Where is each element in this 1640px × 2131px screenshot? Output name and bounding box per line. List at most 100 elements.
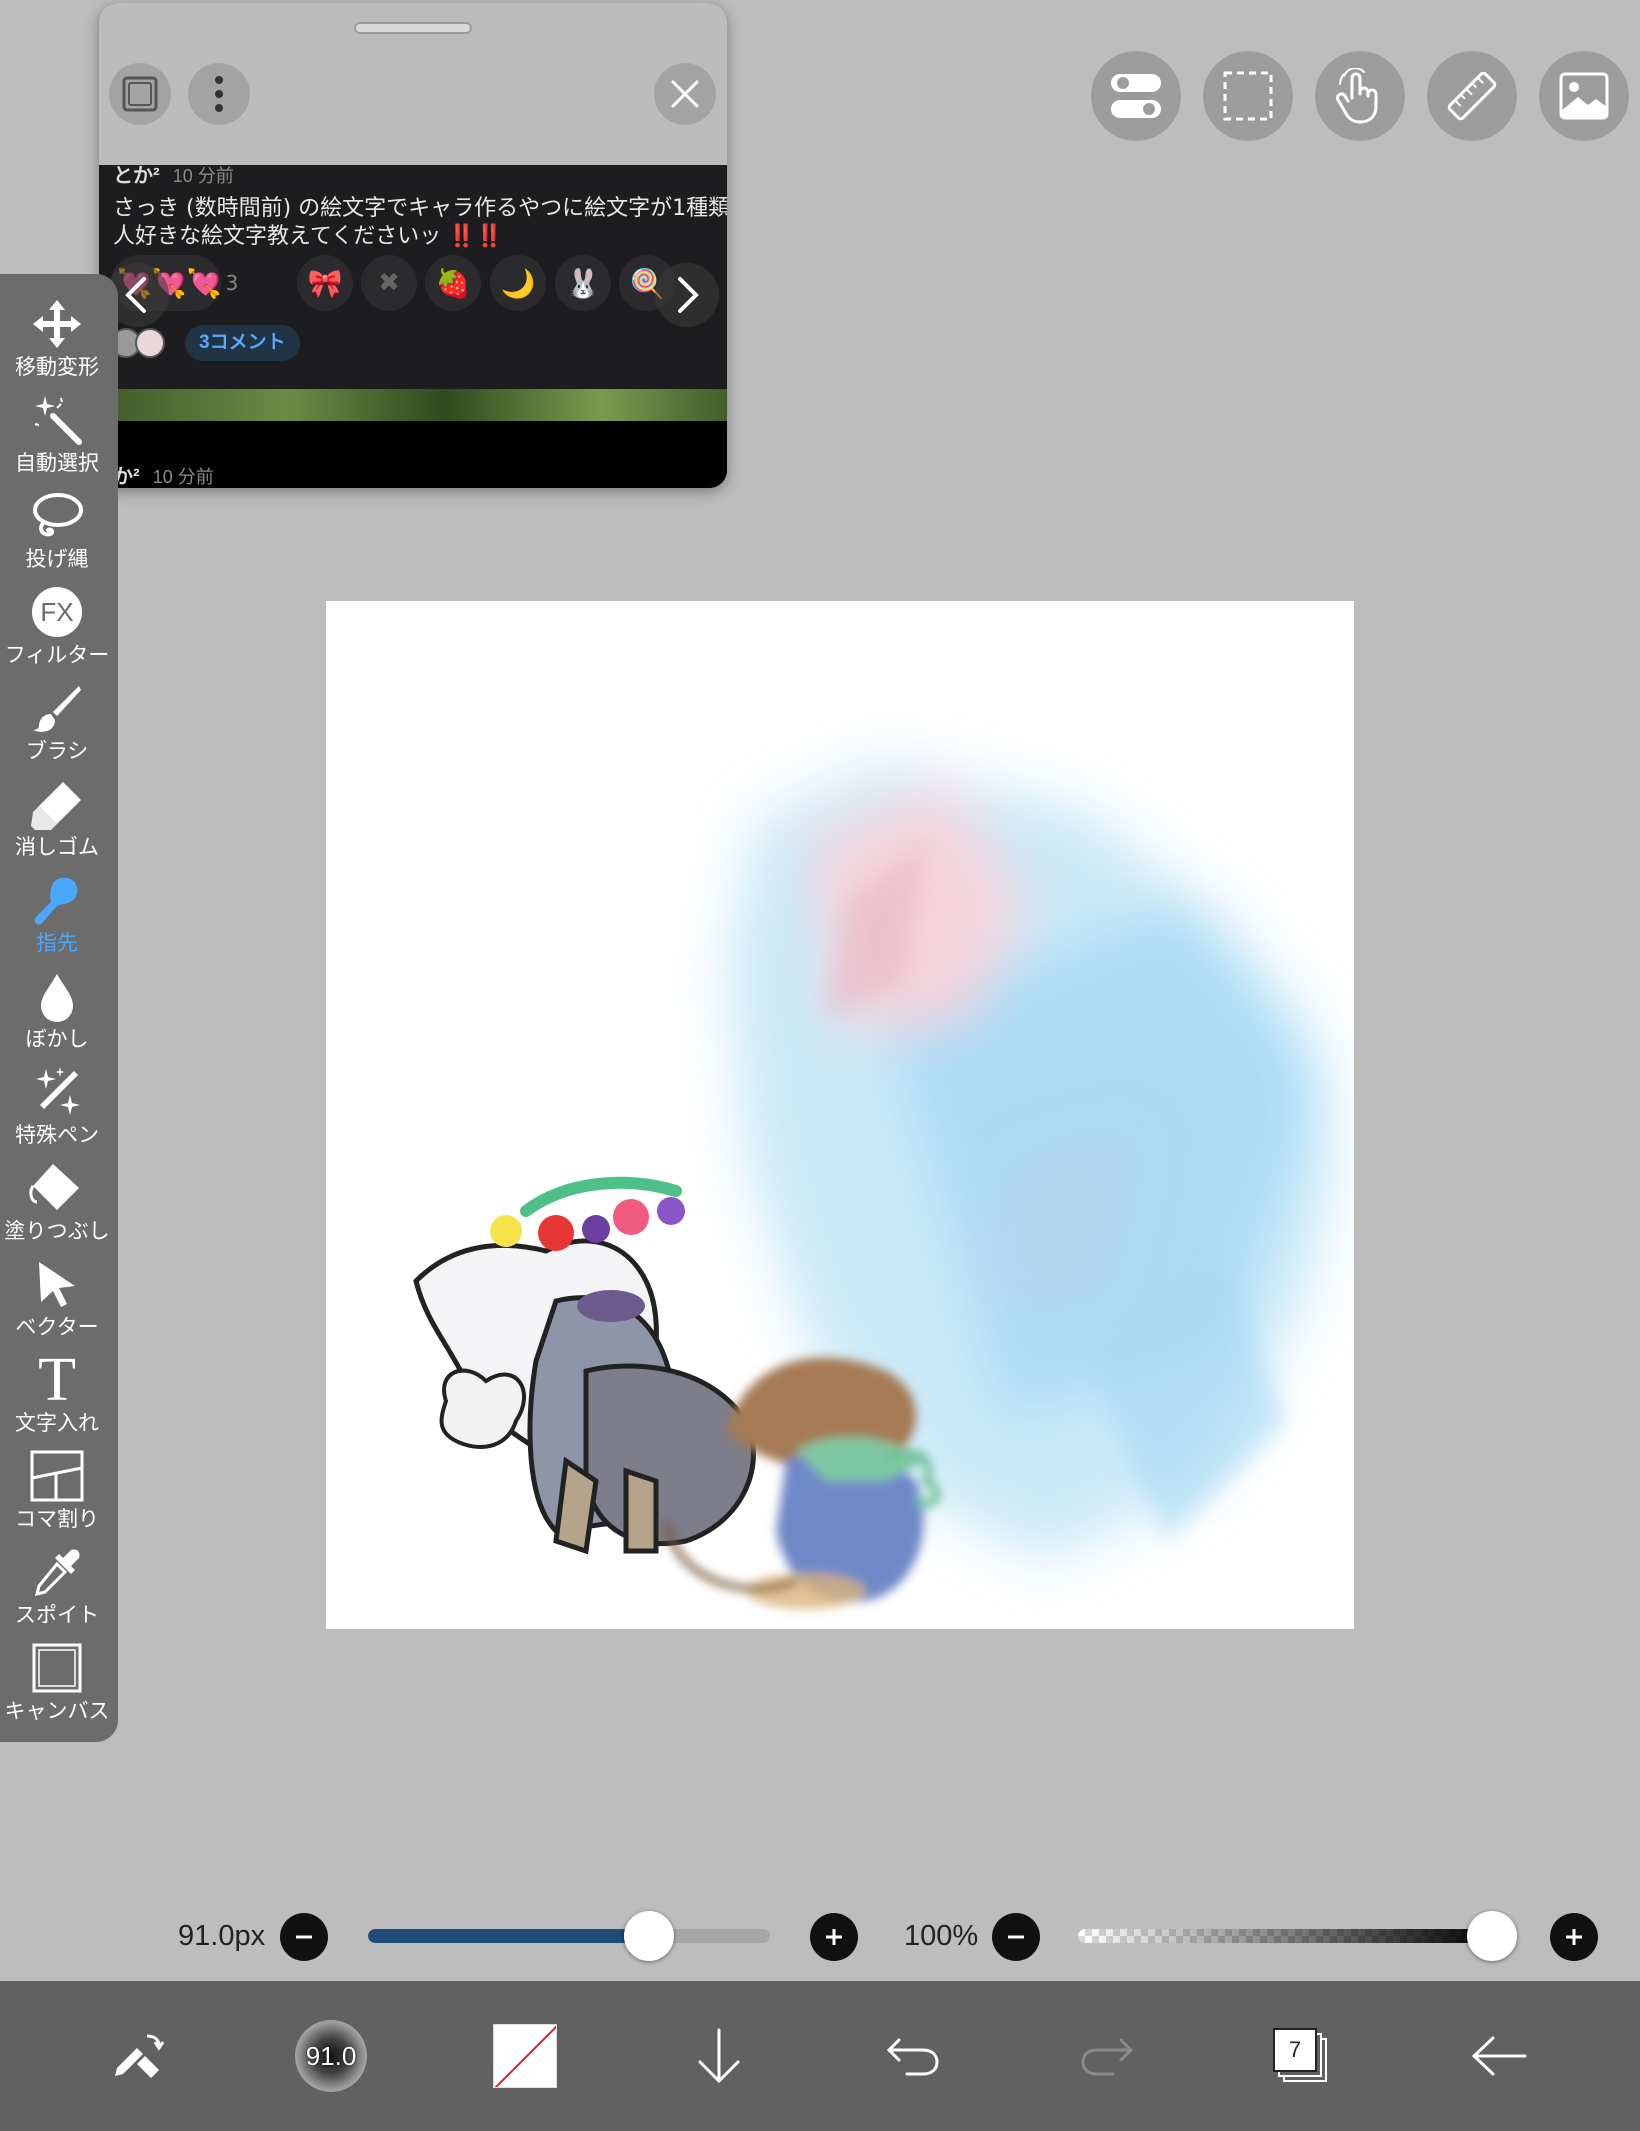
- tool-frame-divider[interactable]: コマ割り: [0, 1446, 114, 1538]
- tool-magic-wand[interactable]: 自動選択: [0, 390, 114, 482]
- tool-blur[interactable]: ぼかし: [0, 966, 114, 1058]
- drawing-canvas[interactable]: [326, 601, 1354, 1629]
- tool-brush[interactable]: ブラシ: [0, 678, 114, 770]
- brush-size-label: 91.0px: [178, 1920, 266, 1952]
- layers-icon: 7: [1273, 2028, 1329, 2084]
- reaction-button[interactable]: 🐰: [555, 255, 611, 311]
- tool-eyedropper[interactable]: スポイト: [0, 1542, 114, 1634]
- reaction-emoji: 🐰: [565, 266, 601, 300]
- brush-size-slider[interactable]: [368, 1929, 770, 1943]
- undo-button[interactable]: [858, 1981, 968, 2131]
- tool-label: 移動変形: [15, 355, 99, 379]
- brush-icon: [29, 682, 85, 734]
- post-text-emphasis: ‼️‼️: [448, 224, 504, 249]
- reaction-emoji: 🎀: [307, 266, 343, 300]
- sparkle-pen-icon: [29, 1066, 85, 1118]
- material-button[interactable]: [1539, 51, 1629, 141]
- post-time: 10 分前: [172, 166, 234, 186]
- brush-size-fill: [368, 1929, 650, 1943]
- finger-icon: [29, 874, 85, 926]
- opacity-decrease-button[interactable]: [992, 1913, 1040, 1961]
- tool-label: ブラシ: [25, 739, 89, 763]
- tool-label: 特殊ペン: [15, 1123, 99, 1147]
- color-button[interactable]: [470, 1981, 580, 2131]
- close-icon: [671, 80, 699, 108]
- ruler-button[interactable]: [1427, 51, 1517, 141]
- tool-smudge[interactable]: 指先: [0, 870, 114, 962]
- tool-label: 文字入れ: [15, 1411, 99, 1435]
- comment-count-button[interactable]: 3コメント: [185, 325, 300, 361]
- download-button[interactable]: [664, 1981, 774, 2131]
- swap-pen-eraser-icon: [115, 2034, 165, 2078]
- paint-bucket-icon: [29, 1162, 85, 1214]
- layer-count: 7: [1273, 2028, 1317, 2072]
- canvas-icon: [29, 1642, 85, 1694]
- tool-filter[interactable]: FX フィルター: [0, 582, 114, 674]
- reaction-emoji: 🌙: [500, 266, 536, 300]
- ruler-icon: [1447, 71, 1497, 121]
- post-text-line2-wrap: 人好きな絵文字教えてくださいッ ‼️‼️: [113, 223, 727, 251]
- reaction-button[interactable]: ✖: [361, 255, 417, 311]
- tool-label: キャンバス: [4, 1699, 110, 1723]
- lasso-icon: [29, 490, 85, 542]
- tool-fill[interactable]: 塗りつぶし: [0, 1158, 114, 1250]
- redo-button[interactable]: [1052, 1981, 1162, 2131]
- pip-layout-button[interactable]: [109, 63, 171, 125]
- tool-eraser[interactable]: 消しゴム: [0, 774, 114, 866]
- post-text-line1: さっき (数時間前) の絵文字でキャラ作るやつに絵文字が1種類し: [113, 196, 727, 221]
- next-button[interactable]: [655, 263, 719, 327]
- artwork: [413, 761, 1336, 1609]
- pip-content: とか² 10 分前 さっき (数時間前) の絵文字でキャラ作るやつに絵文字が1種…: [99, 165, 727, 488]
- selection-button[interactable]: [1203, 51, 1293, 141]
- opacity-slider-thumb[interactable]: [1467, 1911, 1517, 1961]
- opacity-increase-button[interactable]: [1550, 1913, 1598, 1961]
- reaction-emoji: ✖: [378, 268, 400, 298]
- minus-icon: [1008, 1935, 1024, 1939]
- eraser-icon: [29, 778, 85, 830]
- undo-icon: [886, 2038, 939, 2076]
- tool-special-pen[interactable]: 特殊ペン: [0, 1062, 114, 1154]
- pip-drag-handle[interactable]: [354, 22, 472, 34]
- tool-move-transform[interactable]: 移動変形: [0, 294, 114, 386]
- move-icon: [29, 298, 85, 350]
- brush-size-button[interactable]: 91.0: [276, 1981, 386, 2131]
- tool-lasso[interactable]: 投げ縄: [0, 486, 114, 578]
- tool-label: 塗りつぶし: [4, 1219, 110, 1243]
- quick-tool-switch-button[interactable]: [82, 1981, 192, 2131]
- size-increase-button[interactable]: [810, 1913, 858, 1961]
- tool-label: 投げ縄: [25, 547, 89, 571]
- floating-video-window[interactable]: とか² 10 分前 さっき (数時間前) の絵文字でキャラ作るやつに絵文字が1種…: [99, 3, 727, 488]
- tool-label: 消しゴム: [15, 835, 99, 859]
- text-icon: T: [29, 1349, 85, 1411]
- tool-label: 自動選択: [15, 451, 99, 475]
- cursor-arrow-icon: [29, 1258, 85, 1310]
- tool-canvas[interactable]: キャンバス: [0, 1638, 114, 1730]
- tool-label: ベクター: [15, 1315, 99, 1339]
- fx-badge: FX: [32, 587, 82, 637]
- back-button[interactable]: [1444, 1981, 1554, 2131]
- pip-close-button[interactable]: [654, 63, 716, 125]
- touch-gesture-button[interactable]: [1315, 51, 1405, 141]
- plus-icon: [826, 1929, 842, 1945]
- settings-toggle-button[interactable]: [1091, 51, 1181, 141]
- brush-size-value: 91.0: [305, 2040, 357, 2071]
- opacity-label: 100%: [904, 1920, 979, 1952]
- pip-more-button[interactable]: [188, 63, 250, 125]
- layers-button[interactable]: 7: [1246, 1981, 1356, 2131]
- opacity-slider[interactable]: [1078, 1929, 1498, 1943]
- pip-header[interactable]: [99, 3, 727, 165]
- bottom-toolbar: 91.0 7: [0, 1981, 1640, 2131]
- reaction-button[interactable]: 🍓: [425, 255, 481, 311]
- more-vertical-icon: [215, 76, 223, 112]
- tool-vector[interactable]: ベクター: [0, 1254, 114, 1346]
- reaction-button[interactable]: 🎀: [297, 255, 353, 311]
- reaction-button[interactable]: 🌙: [490, 255, 546, 311]
- tool-label: コマ割り: [15, 1507, 99, 1531]
- post-text: さっき (数時間前) の絵文字でキャラ作るやつに絵文字が1種類し 人好きな絵文字…: [113, 195, 727, 251]
- size-decrease-button[interactable]: [280, 1913, 328, 1961]
- transparent-color-icon: [494, 2025, 556, 2087]
- chevron-right-icon: [678, 277, 699, 313]
- post-meta: とか² 10 分前: [113, 165, 234, 188]
- tool-text[interactable]: T 文字入れ: [0, 1349, 114, 1442]
- brush-size-slider-thumb[interactable]: [624, 1911, 675, 1961]
